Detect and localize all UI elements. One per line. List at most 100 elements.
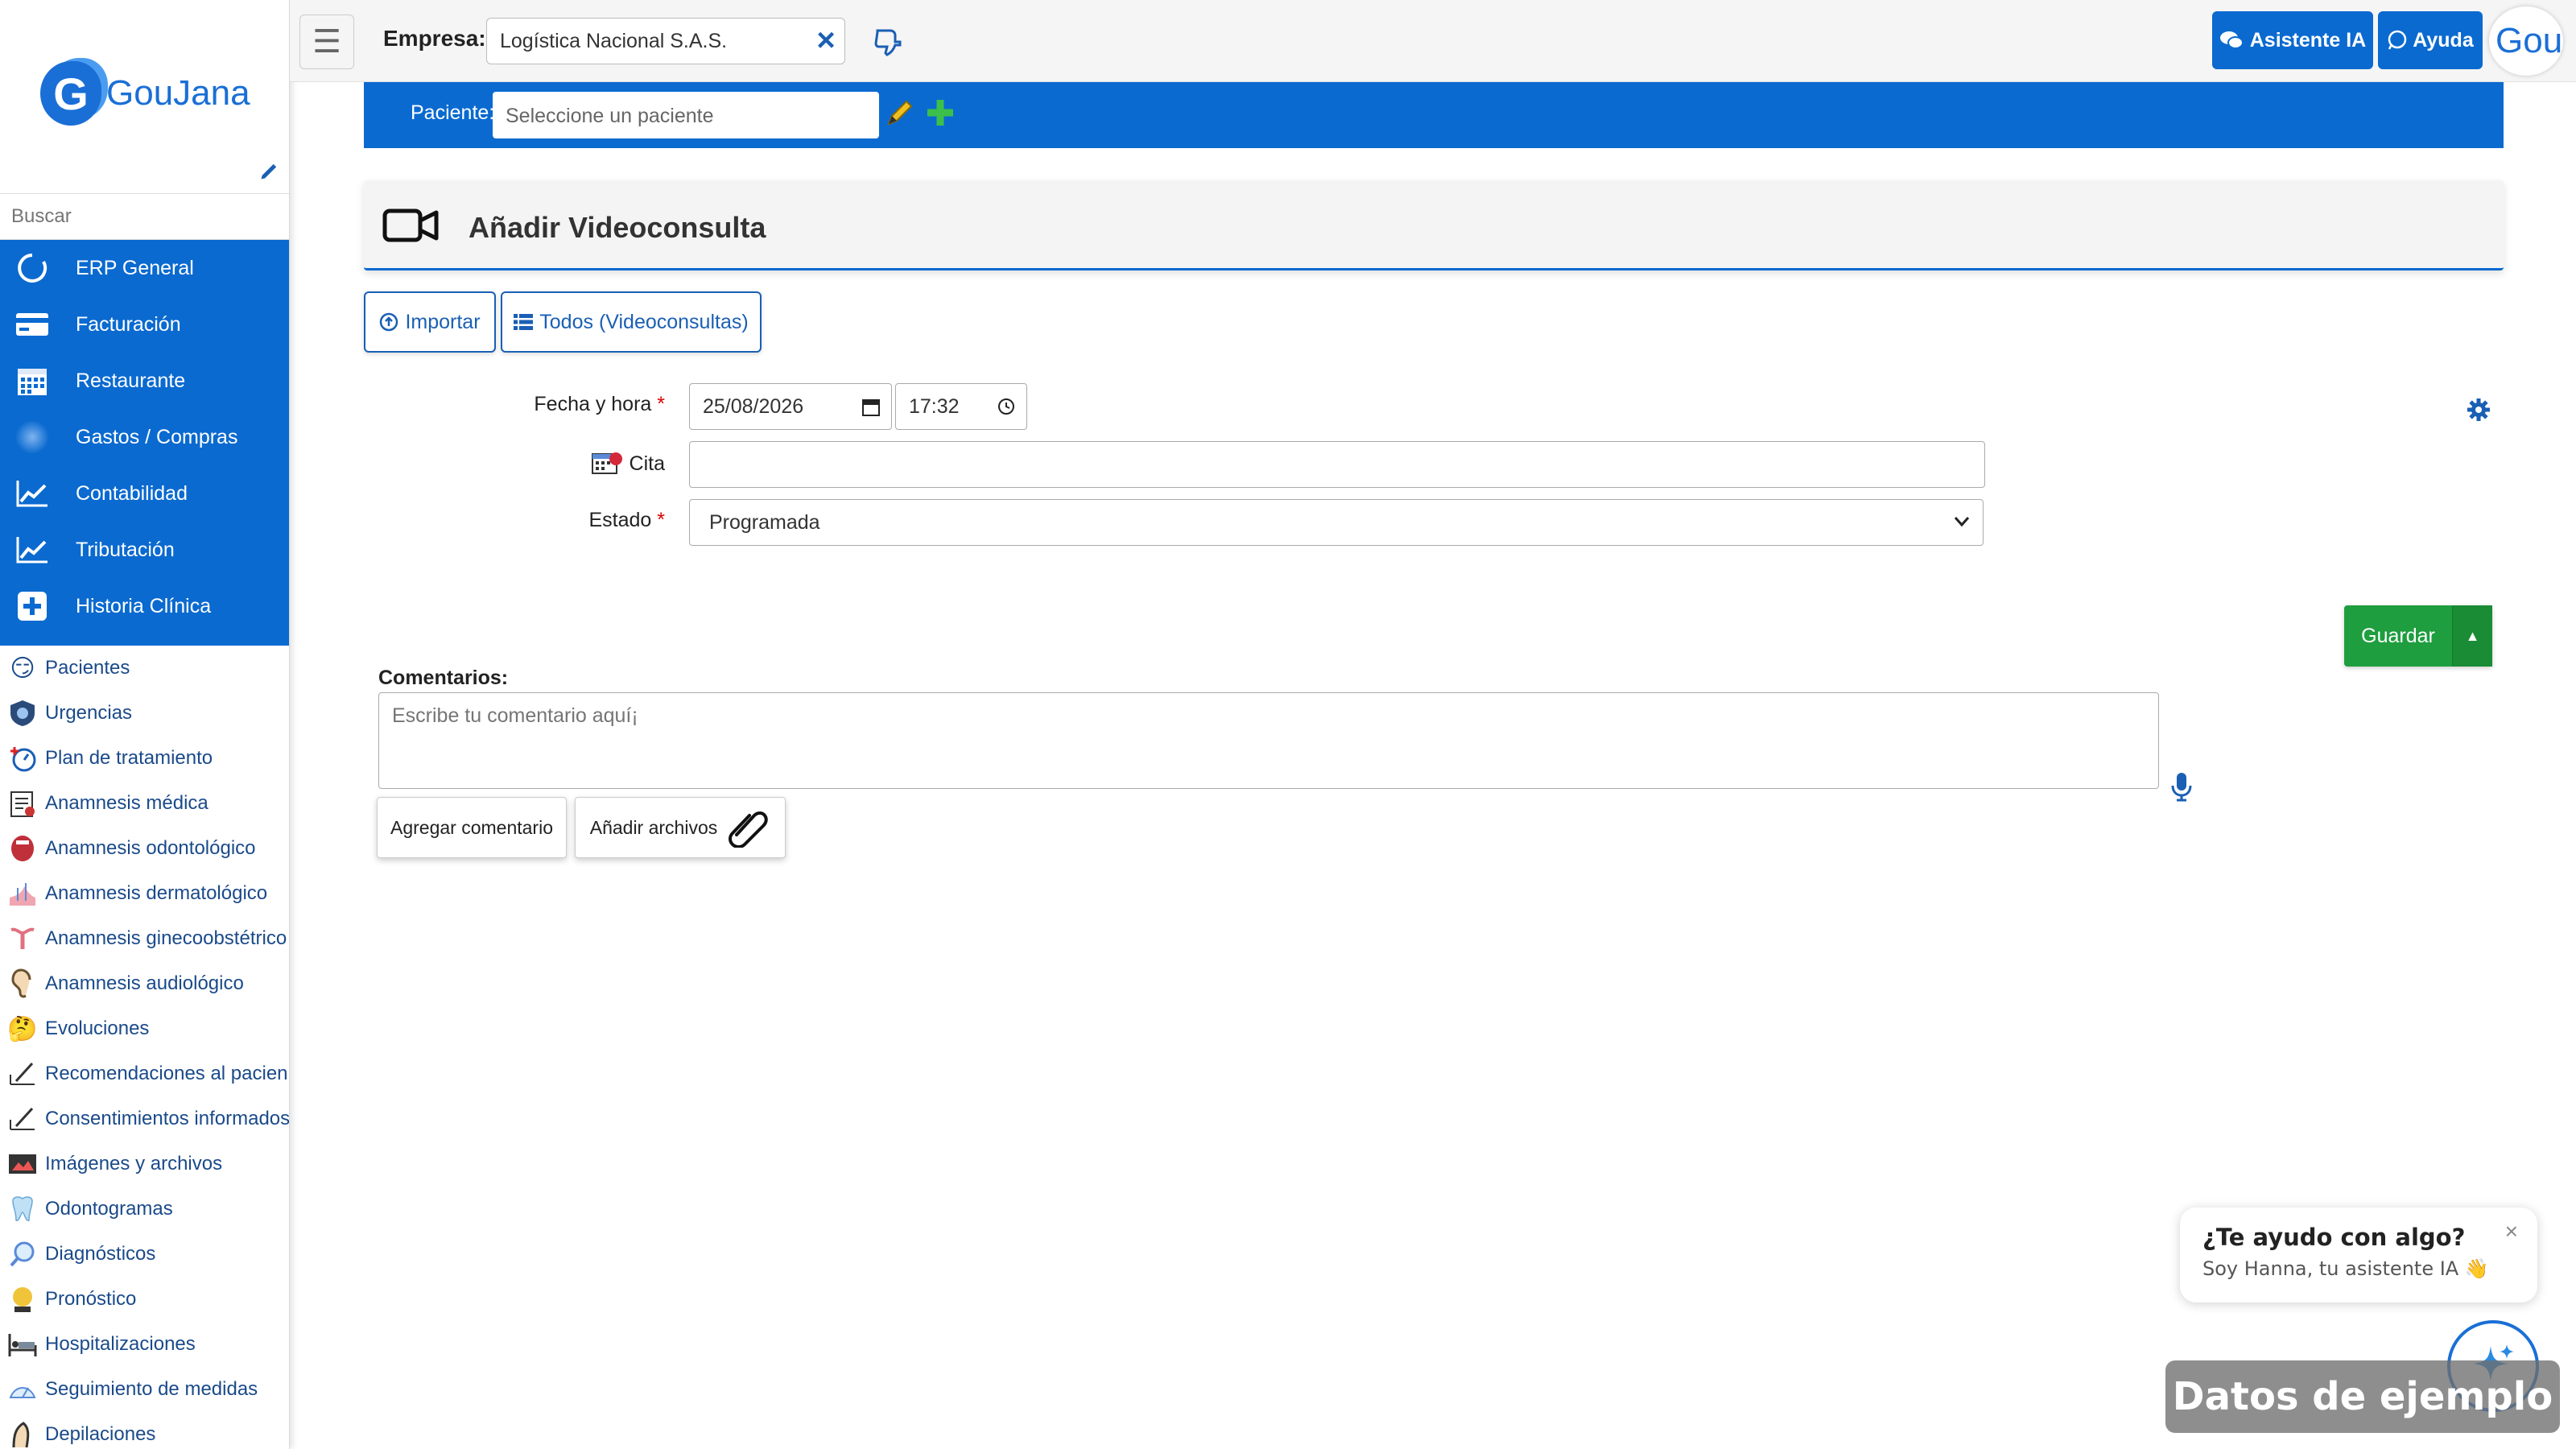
sidebar-item-label: Recomendaciones al pacien	[45, 1063, 288, 1084]
calendar-icon	[14, 363, 50, 398]
sidebar-item-pacientes[interactable]: 😏 Pacientes	[0, 646, 289, 691]
cita-input[interactable]	[689, 441, 1985, 488]
fecha-input[interactable]: 25/08/2026	[689, 383, 892, 430]
empresa-select[interactable]: Logística Nacional S.A.S. ×	[486, 18, 845, 64]
sidebar-item-label: Pronóstico	[45, 1288, 137, 1310]
assistant-subtitle: Soy Hanna, tu asistente IA 👋	[2202, 1257, 2489, 1280]
patient-label: Paciente:	[411, 101, 495, 124]
sidebar-item-odontogramas[interactable]: Odontogramas	[0, 1187, 289, 1232]
sidebar-item-hospitalizaciones[interactable]: Hospitalizaciones	[0, 1322, 289, 1367]
sidebar-item-seguimiento-medidas[interactable]: Seguimiento de medidas	[0, 1367, 289, 1412]
sidebar-item-imagenes-archivos[interactable]: Imágenes y archivos	[0, 1141, 289, 1187]
user-avatar[interactable]: Gou	[2489, 6, 2563, 76]
video-camera-icon	[382, 208, 439, 242]
module-item-contabilidad[interactable]: Contabilidad	[0, 465, 289, 522]
comments-label: Comentarios:	[378, 667, 509, 689]
help-button[interactable]: Ayuda	[2378, 11, 2483, 69]
sidebar-item-label: Plan de tratamiento	[45, 747, 213, 769]
signature-icon	[6, 1058, 39, 1090]
sidebar-item-label: Urgencias	[45, 702, 133, 724]
all-videoconsultas-button[interactable]: Todos (Videoconsultas)	[501, 291, 762, 353]
save-dropdown-caret-icon[interactable]: ▲	[2452, 605, 2492, 667]
module-label: Facturación	[76, 312, 181, 336]
close-icon[interactable]: ×	[2505, 1219, 2518, 1245]
add-files-button[interactable]: Añadir archivos	[575, 797, 786, 858]
whatsapp-icon	[2388, 30, 2407, 50]
patient-select[interactable]: Seleccione un paciente	[493, 92, 879, 138]
hospital-bed-icon	[6, 1328, 39, 1360]
brand-logo[interactable]: G GouJana	[40, 61, 250, 126]
sidebar-item-label: Anamnesis audiológico	[45, 972, 244, 994]
menu-toggle-button[interactable]: ☰	[299, 14, 354, 69]
patient-bar: Paciente: Seleccione un paciente	[364, 82, 2504, 148]
sidebar-item-anamnesis-ginecoobstetrico[interactable]: Anamnesis ginecoobstétrico	[0, 916, 289, 961]
top-bar: ☰ Empresa: Logística Nacional S.A.S. × A…	[290, 0, 2576, 82]
sidebar-item-urgencias[interactable]: Urgencias	[0, 691, 289, 736]
fecha-value: 25/08/2026	[703, 395, 804, 418]
thumbs-down-icon[interactable]	[871, 26, 903, 58]
sidebar-item-pronostico[interactable]: Pronóstico	[0, 1277, 289, 1322]
line-chart-icon	[14, 476, 50, 511]
line-chart-icon	[14, 532, 50, 568]
scale-icon	[6, 1373, 39, 1406]
pencil-icon[interactable]	[258, 159, 281, 182]
gear-icon[interactable]	[2467, 398, 2491, 422]
sidebar-item-diagnosticos[interactable]: Diagnósticos	[0, 1232, 289, 1277]
sidebar-item-label: Anamnesis médica	[45, 792, 208, 814]
upload-circle-icon	[380, 312, 398, 332]
cita-label: Cita	[483, 451, 665, 476]
estado-select[interactable]: Programada	[689, 499, 1984, 546]
sidebar-item-plan-tratamiento[interactable]: Plan de tratamiento	[0, 736, 289, 781]
circle-loader-icon	[14, 250, 50, 286]
module-label: Tributación	[76, 538, 175, 561]
clock-icon[interactable]	[997, 398, 1015, 415]
blur-circle-icon	[14, 419, 50, 455]
sidebar-item-recomendaciones[interactable]: Recomendaciones al pacien	[0, 1051, 289, 1096]
add-comment-button[interactable]: Agregar comentario	[377, 797, 567, 858]
module-item-historia-clinica[interactable]: Historia Clínica	[0, 578, 289, 634]
paperclip-icon	[729, 811, 769, 848]
estado-label: Estado *	[483, 509, 665, 532]
sidebar-item-anamnesis-audiologico[interactable]: Anamnesis audiológico	[0, 961, 289, 1006]
module-label: Historia Clínica	[76, 594, 212, 617]
sidebar-item-anamnesis-odontologico[interactable]: Anamnesis odontológico	[0, 826, 289, 871]
add-comment-label: Agregar comentario	[390, 816, 553, 838]
uterus-icon	[6, 923, 39, 955]
skin-icon	[6, 877, 39, 910]
comment-textarea[interactable]	[378, 692, 2159, 789]
sidebar-search-input[interactable]	[0, 193, 289, 240]
ai-assistant-button[interactable]: Asistente IA	[2212, 11, 2373, 69]
save-label: Guardar	[2361, 624, 2435, 647]
estado-value: Programada	[709, 511, 820, 534]
module-item-restaurante[interactable]: Restaurante	[0, 353, 289, 409]
page-header: Añadir Videoconsulta	[364, 180, 2504, 270]
sidebar-item-label: Anamnesis ginecoobstétrico	[45, 927, 287, 949]
sidebar-item-depilaciones[interactable]: Depilaciones	[0, 1412, 289, 1449]
sidebar-item-consentimientos[interactable]: Consentimientos informados	[0, 1096, 289, 1141]
help-label: Ayuda	[2413, 28, 2474, 52]
sidebar-item-anamnesis-dermatologico[interactable]: Anamnesis dermatológico	[0, 871, 289, 916]
sidebar-item-label: Odontogramas	[45, 1198, 173, 1220]
tooth-icon	[6, 1193, 39, 1225]
hora-input[interactable]: 17:32	[895, 383, 1027, 430]
clear-empresa-icon[interactable]: ×	[812, 24, 840, 56]
assistant-bubble[interactable]: ¿Te ayudo con algo? Soy Hanna, tu asiste…	[2180, 1208, 2537, 1302]
edit-patient-pencil-icon[interactable]	[884, 97, 916, 129]
chat-bubbles-icon	[2219, 31, 2244, 49]
chevron-down-icon	[1954, 517, 1970, 527]
calendar-picker-icon[interactable]	[862, 397, 880, 416]
module-item-tributacion[interactable]: Tributación	[0, 522, 289, 578]
sidebar-item-label: Evoluciones	[45, 1018, 150, 1039]
credit-card-icon	[14, 307, 50, 342]
import-button[interactable]: Importar	[364, 291, 496, 353]
sidebar-item-anamnesis-medica[interactable]: Anamnesis médica	[0, 781, 289, 826]
add-patient-plus-icon[interactable]	[923, 95, 958, 130]
sidebar-item-label: Diagnósticos	[45, 1243, 156, 1265]
ai-assistant-label: Asistente IA	[2249, 28, 2367, 52]
sidebar-item-evoluciones[interactable]: 🤔 Evoluciones	[0, 1006, 289, 1051]
module-item-erp-general[interactable]: ERP General	[0, 240, 289, 296]
module-item-facturacion[interactable]: Facturación	[0, 296, 289, 353]
save-button[interactable]: Guardar ▲	[2344, 605, 2492, 667]
microphone-icon[interactable]	[2170, 771, 2193, 802]
module-item-gastos-compras[interactable]: Gastos / Compras	[0, 409, 289, 465]
